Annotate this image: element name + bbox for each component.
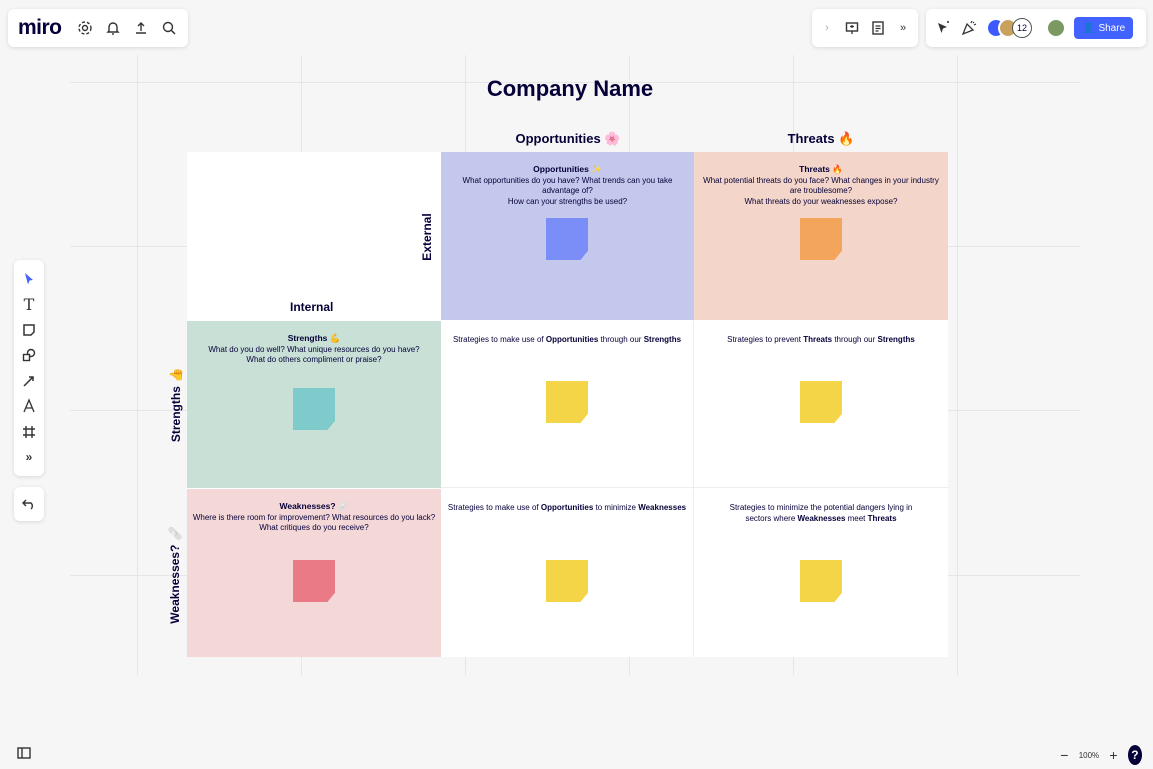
- strategy-keyword: Opportunities: [545, 335, 599, 344]
- strategy-text: Strategies to prevent: [727, 335, 804, 344]
- sticky-note-red[interactable]: [293, 560, 335, 602]
- threats-description: What potential threats do you face? What…: [703, 175, 939, 206]
- presentation-icon[interactable]: [844, 19, 860, 37]
- strategy-text: meet: [845, 513, 868, 523]
- settings-icon[interactable]: [77, 19, 94, 37]
- sticky-note-yellow[interactable]: [546, 560, 588, 602]
- weaknesses-title: Weaknesses? 🩹: [279, 501, 349, 511]
- strategy-keyword: Opportunities: [540, 503, 594, 512]
- zoom-level[interactable]: 100%: [1079, 751, 1099, 760]
- strategy-keyword: Strengths: [643, 335, 682, 344]
- label-external[interactable]: External: [420, 207, 434, 267]
- chevron-right-icon[interactable]: ›: [820, 19, 834, 37]
- search-icon[interactable]: [161, 19, 178, 37]
- sticky-note-yellow[interactable]: [800, 381, 842, 423]
- column-header-threats[interactable]: Threats 🔥: [694, 131, 948, 147]
- opportunities-title: Opportunities ✨: [533, 164, 602, 174]
- strategy-text: through our: [832, 335, 878, 344]
- collaborator-count[interactable]: 12: [1012, 18, 1032, 38]
- board-sidebar-icon[interactable]: [16, 746, 32, 760]
- main-menu-bar: miro: [8, 9, 188, 47]
- collaboration-bar: 12 👤 Share: [926, 9, 1146, 47]
- canvas-grid-line: [137, 55, 138, 675]
- zoom-in-button[interactable]: +: [1107, 746, 1120, 764]
- strategy-text: through our: [598, 335, 644, 344]
- opportunities-description: What opportunities do you have? What tre…: [462, 175, 673, 206]
- miro-logo[interactable]: miro: [18, 16, 62, 40]
- current-user-avatar[interactable]: [1046, 18, 1066, 38]
- frame-icon[interactable]: [20, 423, 38, 441]
- threats-title: Threats 🔥: [799, 164, 843, 174]
- undo-panel: [14, 487, 44, 521]
- sticky-note-orange[interactable]: [800, 218, 842, 260]
- strengths-description: What do you do well? What unique resourc…: [208, 344, 420, 365]
- zoom-controls: − 100% + ?: [1052, 742, 1148, 768]
- cursor-follow-icon[interactable]: [934, 19, 952, 37]
- creation-toolbar: T »: [14, 260, 44, 476]
- sticky-note-icon[interactable]: [20, 321, 38, 339]
- upload-icon[interactable]: [133, 19, 150, 37]
- bell-icon[interactable]: [105, 19, 122, 37]
- chevron-double-down-icon[interactable]: »: [896, 19, 910, 37]
- sticky-note-yellow[interactable]: [800, 560, 842, 602]
- zoom-out-button[interactable]: −: [1058, 746, 1071, 764]
- strategy-text: to minimize: [593, 503, 639, 512]
- connection-line-icon[interactable]: [20, 372, 38, 390]
- strategy-keyword: Weaknesses: [797, 513, 846, 523]
- pen-icon[interactable]: [20, 397, 38, 415]
- celebrate-icon[interactable]: [960, 19, 978, 37]
- text-icon[interactable]: T: [20, 295, 38, 314]
- select-icon[interactable]: [20, 270, 38, 288]
- user-icon: 👤: [1082, 22, 1095, 34]
- sticky-note-blue[interactable]: [546, 218, 588, 260]
- label-strengths[interactable]: Strengths 👍: [169, 360, 183, 450]
- notes-icon[interactable]: [870, 19, 886, 37]
- strategy-keyword: Strengths: [877, 335, 915, 344]
- help-button[interactable]: ?: [1127, 745, 1142, 765]
- undo-icon[interactable]: [20, 495, 38, 513]
- strategy-keyword: Weaknesses: [638, 503, 687, 512]
- strengths-title: Strengths 💪: [287, 333, 341, 343]
- collaborator-avatars[interactable]: 12: [986, 18, 1032, 38]
- strategy-text: Strategies to make use of: [452, 335, 546, 344]
- board-tools-bar: › »: [812, 9, 918, 47]
- board-title[interactable]: Company Name: [440, 76, 700, 102]
- more-icon[interactable]: »: [20, 448, 38, 466]
- label-weaknesses[interactable]: Weaknesses? 🩹: [168, 520, 182, 630]
- strategy-text: Strategies to make use of: [447, 503, 541, 512]
- sticky-note-teal[interactable]: [293, 388, 335, 430]
- strategy-keyword: Threats: [867, 513, 897, 523]
- shapes-icon[interactable]: [20, 346, 38, 364]
- canvas-grid-line: [957, 55, 958, 675]
- share-button[interactable]: 👤 Share: [1074, 17, 1134, 39]
- label-internal[interactable]: Internal: [290, 300, 333, 314]
- weaknesses-description: Where is there room for improvement? Wha…: [192, 512, 436, 533]
- column-header-opportunities[interactable]: Opportunities 🌸: [441, 131, 695, 147]
- strategy-keyword: Threats: [803, 335, 833, 344]
- share-label: Share: [1098, 22, 1126, 34]
- sticky-note-yellow[interactable]: [546, 381, 588, 423]
